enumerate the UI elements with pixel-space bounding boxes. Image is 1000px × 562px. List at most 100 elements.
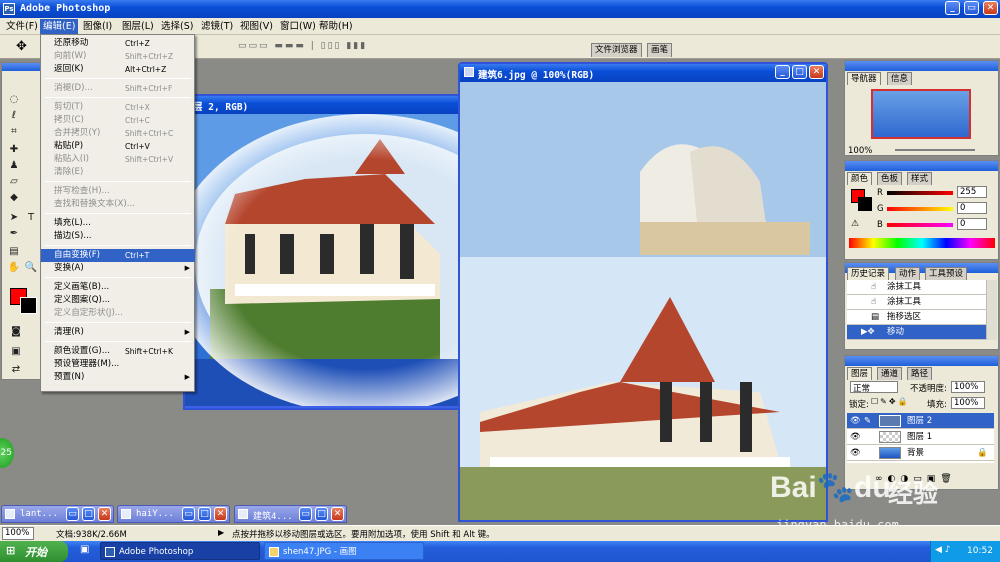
edit-menu-item[interactable]: 预置(N) ▶ [41,371,195,384]
tab-paths[interactable]: 路径 [907,367,933,380]
eye-icon[interactable]: 👁 [850,445,861,461]
b-slider[interactable] [887,223,953,227]
healing-brush-icon[interactable]: ✚ [7,143,21,156]
edit-menu-item[interactable]: 清理(R) ▶ [41,326,195,339]
tab-color[interactable]: 颜色 [847,172,873,185]
edit-menu-item[interactable]: 返回(K) Alt+Ctrl+Z [41,63,195,76]
menu-file[interactable]: 文件(F) [3,19,41,34]
navigator-zoom-slider[interactable] [895,149,975,151]
start-button[interactable]: ⊞ 开始 [0,541,68,562]
close-icon[interactable]: ✕ [214,507,227,521]
tab-layers[interactable]: 图层 [847,367,873,380]
jump-to-imageready-icon[interactable]: ⇄ [9,363,23,376]
restore-button[interactable]: ▭ [964,1,979,15]
restore-icon[interactable]: ▭ [299,507,312,521]
eye-icon[interactable]: 👁 [850,429,861,445]
zoom-tool-icon[interactable]: 🔍 [24,261,38,274]
tab-channels[interactable]: 通道 [877,367,903,380]
menu-filter[interactable]: 滤镜(T) [198,19,236,34]
edit-menu-item[interactable]: 粘贴(P) Ctrl+V [41,140,195,153]
edit-menu-item[interactable]: 定义画笔(B)... [41,281,195,294]
right-canvas[interactable] [460,82,826,520]
edit-menu-item[interactable]: 变换(A) ▶ [41,262,195,275]
edit-menu-item[interactable]: 描边(S)... [41,230,195,243]
edit-menu-item[interactable]: 还原移动 Ctrl+Z [41,37,195,50]
blend-mode-select[interactable]: 正常 [850,381,898,394]
pen-tool-icon[interactable]: ✒ [7,227,21,240]
layer-row[interactable]: 👁 图层 1 [847,429,994,445]
edit-menu-item[interactable]: 预设管理器(M)... [41,358,195,371]
color-spectrum-bar[interactable] [849,238,995,248]
doc-right-minimize[interactable]: _ [775,65,790,79]
align-buttons[interactable]: ▭▭▭ ▬▬▬ | ▯▯▯ ▮▮▮ [238,41,367,51]
history-scrollbar[interactable] [986,280,997,340]
navigator-zoom[interactable]: 100% [848,146,872,156]
b-value[interactable]: 0 [957,218,987,230]
color-bg-swatch[interactable] [858,197,872,211]
tab-navigator[interactable]: 导航器 [847,72,881,85]
edit-menu-item[interactable]: 颜色设置(G)... Shift+Ctrl+K [41,345,195,358]
close-icon[interactable]: ✕ [331,507,344,521]
tab-history[interactable]: 历史记录 [847,267,890,280]
layer-row-current[interactable]: 👁 ✎ 图层 2 [847,413,994,429]
eye-icon[interactable]: 👁 [850,413,861,429]
maximize-icon[interactable]: □ [82,507,95,521]
r-slider[interactable] [887,191,953,195]
history-row-current[interactable]: ▶✥ 移动 [847,325,994,340]
crop-tool-icon[interactable]: ⌗ [7,125,21,138]
quick-mask-icon[interactable]: ◙ [9,325,23,338]
tray-icons[interactable]: ◀ ♪ [935,545,951,555]
maximize-icon[interactable]: □ [198,507,211,521]
layer-row[interactable]: 👁 背景 🔒 [847,445,994,461]
restore-icon[interactable]: ▭ [66,507,79,521]
doc-right-maximize[interactable]: □ [792,65,807,79]
g-slider[interactable] [887,207,953,211]
g-value[interactable]: 0 [957,202,987,214]
menu-layer[interactable]: 图层(L) [119,19,157,34]
status-zoom[interactable]: 100% [2,527,34,540]
background-color-swatch[interactable] [20,297,37,314]
lasso-tool-icon[interactable]: ℓ [7,109,21,122]
r-value[interactable]: 255 [957,186,987,198]
close-icon[interactable]: ✕ [98,507,111,521]
marquee-tool-icon[interactable]: ◌ [7,93,21,106]
fill-value[interactable]: 100% [951,397,985,409]
close-button[interactable]: ✕ [983,1,998,15]
minimize-button[interactable]: _ [945,1,960,15]
minimized-window[interactable]: lant... ▭ □ ✕ [1,505,114,523]
taskbar-item-photoshop[interactable]: Adobe Photoshop [100,542,260,560]
blur-tool-icon[interactable]: ◆ [7,191,21,204]
edit-menu-item[interactable]: 自由变换(F) Ctrl+T [41,249,195,262]
minimized-window[interactable]: 建筑4... ▭ □ ✕ [234,505,347,523]
tab-file-browser[interactable]: 文件浏览器 [591,43,642,57]
minimized-window[interactable]: haiY... ▭ □ ✕ [117,505,230,523]
notes-tool-icon[interactable]: ▤ [7,245,21,258]
tab-actions[interactable]: 动作 [895,267,921,280]
lock-icons[interactable]: ☐✎✥🔒 [871,397,910,406]
screen-mode-icon[interactable]: ▣ [9,345,23,358]
edit-menu-item[interactable]: 定义图案(Q)... [41,294,195,307]
menu-view[interactable]: 视图(V) [237,19,276,34]
path-select-icon[interactable]: ➤ [7,211,21,224]
tab-tool-presets[interactable]: 工具预设 [925,267,968,280]
menu-select[interactable]: 选择(S) [158,19,196,34]
clone-stamp-icon[interactable]: ♟ [7,159,21,172]
type-tool-icon[interactable]: T [24,211,38,224]
status-doc-size[interactable]: 文档:938K/2.66M [56,528,127,540]
history-row[interactable]: ☝ 涂抹工具 [847,280,994,295]
menu-help[interactable]: 帮助(H) [316,19,356,34]
taskbar-item-paint[interactable]: shen47.JPG - 画图 [264,542,424,560]
history-row[interactable]: ☝ 涂抹工具 [847,295,994,310]
doc-right-close[interactable]: ✕ [809,65,824,79]
maximize-icon[interactable]: □ [315,507,328,521]
tab-styles[interactable]: 样式 [907,172,933,185]
opacity-value[interactable]: 100% [951,381,985,393]
quicklaunch-icon[interactable]: ▣ [80,544,89,555]
tab-info[interactable]: 信息 [887,72,913,85]
edit-menu-item[interactable]: 填充(L)... [41,217,195,230]
menu-window[interactable]: 窗口(W) [277,19,319,34]
tab-brushes[interactable]: 画笔 [647,43,673,57]
eraser-icon[interactable]: ▱ [7,175,21,188]
hand-tool-icon[interactable]: ✋ [7,261,21,274]
history-row[interactable]: ▤ 拖移选区 [847,310,994,325]
